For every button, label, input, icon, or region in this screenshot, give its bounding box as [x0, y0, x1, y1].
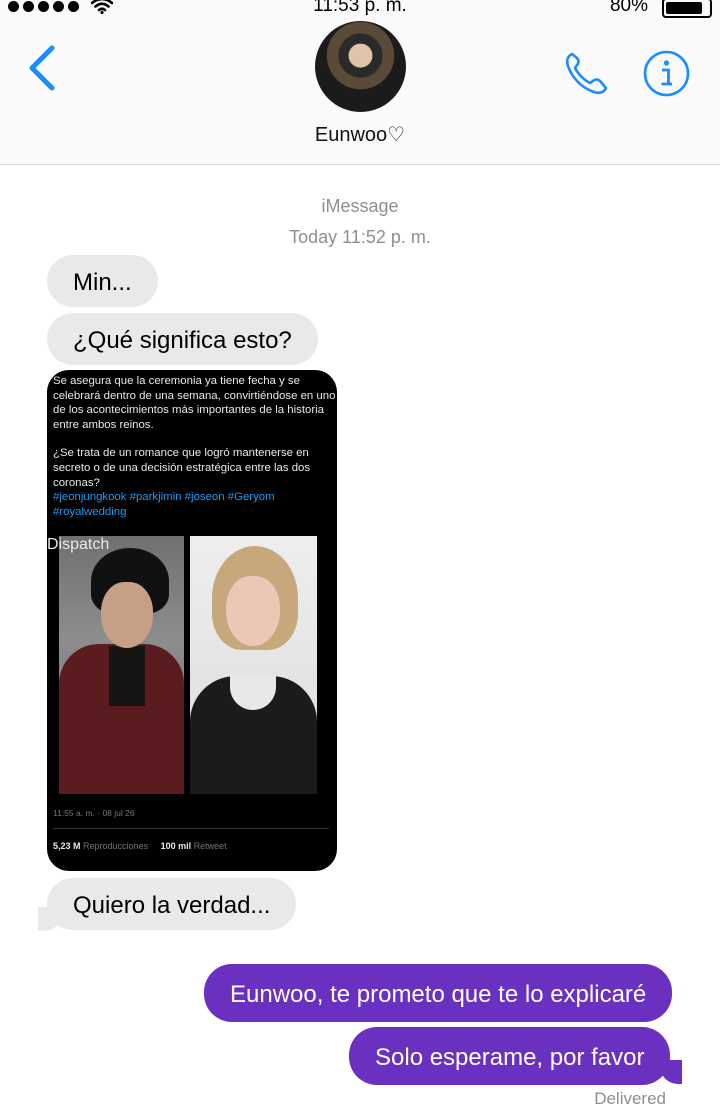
tweet-timestamp: 11:55 a. m. · 08 jul 26 [53, 808, 135, 818]
incoming-message[interactable]: Min... [47, 255, 158, 307]
retweets-label: Retweet [193, 841, 227, 851]
incoming-message[interactable]: Quiero la verdad... [47, 878, 297, 930]
views-label: Reproducciones [83, 841, 149, 851]
outgoing-message[interactable]: Eunwoo, te prometo que te lo explicaré [204, 964, 673, 1022]
tweet-hashtags: #jeonjungkook #parkjimin #joseon #Geryom… [53, 491, 275, 518]
service-label: iMessage [321, 196, 399, 216]
tweet-screenshot-attachment[interactable]: Se asegura que la ceremonia ya tiene fec… [47, 370, 337, 871]
info-icon[interactable] [643, 50, 690, 97]
photo-right [190, 536, 317, 794]
battery-percentage: 80% [609, 0, 648, 16]
delivery-status: Delivered [594, 1089, 666, 1108]
photo-left [59, 536, 184, 794]
tweet-question: ¿Se trata de un romance que logró manten… [53, 447, 311, 489]
photo-watermark: Dispatch [47, 536, 110, 553]
phone-icon[interactable] [562, 48, 612, 96]
status-bar: 11:53 p. m. 80% [0, 0, 720, 18]
battery-icon [662, 0, 712, 18]
contact-name[interactable]: Eunwoo♡ [0, 122, 720, 147]
conversation-timestamp: Today 11:52 p. m. [289, 227, 431, 247]
divider [53, 828, 329, 829]
outgoing-message[interactable]: Solo esperame, por favor [349, 1027, 671, 1085]
chevron-left-icon[interactable] [26, 44, 60, 92]
tweet-text: Se asegura que la ceremonia ya tiene fec… [53, 374, 337, 519]
tweet-stats: 5,23 M Reproducciones 100 mil Retweet [53, 841, 237, 851]
retweets-count: 100 mil [160, 841, 192, 851]
tweet-paragraph: ¿Se trata de un romance que logró manten… [53, 446, 337, 519]
tweet-paragraph: Se asegura que la ceremonia ya tiene fec… [53, 375, 336, 431]
incoming-message[interactable]: ¿Qué significa esto? [47, 313, 318, 365]
conversation-header: Eunwoo♡ [0, 0, 720, 165]
views-count: 5,23 M [53, 841, 81, 851]
avatar[interactable] [315, 21, 406, 112]
